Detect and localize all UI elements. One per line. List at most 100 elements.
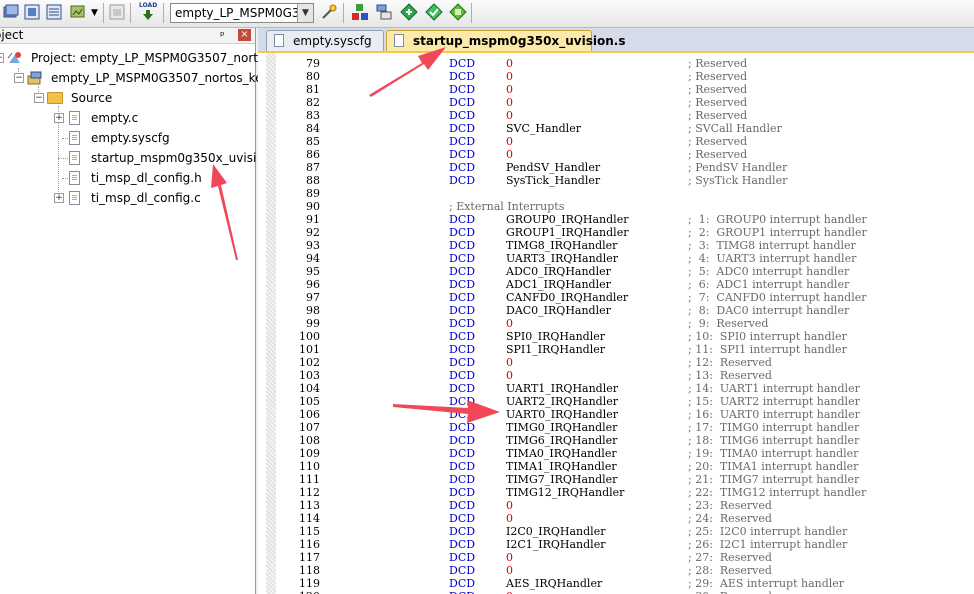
code-line[interactable]: 104 DCD UART1_IRQHandler ; 14: UART1 interr… [258, 382, 974, 395]
code-line[interactable]: 100 DCD SPI0_IRQHandler ; 10: SPI0 interrup… [258, 330, 974, 343]
code-argument: TIMG12_IRQHandler [506, 486, 625, 499]
code-line[interactable]: 120 DCD 0 ; 30: Reserved [258, 590, 974, 594]
code-line[interactable]: 85 DCD 0 ; Reserved [258, 135, 974, 148]
translate-icon[interactable] [69, 3, 87, 21]
code-line[interactable]: 89 [258, 187, 974, 200]
line-number: 82 [306, 96, 320, 109]
code-comment: ; 27: Reserved [688, 551, 772, 564]
code-line[interactable]: 95 DCD ADC0_IRQHandler ; 5: ADC0 interrupt … [258, 265, 974, 278]
collapse-icon[interactable]: − [0, 53, 4, 63]
code-line[interactable]: 83 DCD 0 ; Reserved [258, 109, 974, 122]
tree-item-file[interactable]: + empty.c [0, 108, 256, 128]
code-line[interactable]: 105 DCD UART2_IRQHandler ; 15: UART2 interr… [258, 395, 974, 408]
tree-item-file[interactable]: startup_mspm0g350x_uvision.s [0, 148, 256, 168]
target-select[interactable]: empty_LP_MSPM0G3507_ ▼ [170, 3, 314, 23]
project-panel-title: oject [0, 28, 24, 42]
code-line[interactable]: 115 DCD I2C0_IRQHandler ; 25: I2C0 interrup… [258, 525, 974, 538]
code-line[interactable]: 93 DCD TIMG8_IRQHandler ; 3: TIMG8 interrup… [258, 239, 974, 252]
rebuild-icon[interactable] [23, 3, 41, 21]
code-line[interactable]: 111 DCD TIMG7_IRQHandler ; 21: TIMG7 interr… [258, 473, 974, 486]
select-software-packs-icon[interactable] [400, 3, 418, 21]
dropdown-arrow-icon[interactable]: ▼ [91, 8, 98, 18]
collapse-icon[interactable]: − [34, 93, 44, 103]
code-line[interactable]: 91 DCD GROUP0_IRQHandler ; 1: GROUP0 interr… [258, 213, 974, 226]
line-number: 88 [306, 174, 320, 187]
code-line[interactable]: 86 DCD 0 ; Reserved [258, 148, 974, 161]
pin-icon[interactable]: ᵖ [220, 28, 225, 43]
code-line[interactable]: 109 DCD TIMA0_IRQHandler ; 19: TIMA0 interr… [258, 447, 974, 460]
code-argument: SVC_Handler [506, 122, 581, 135]
expand-icon[interactable]: + [54, 193, 64, 203]
code-argument: TIMG7_IRQHandler [506, 473, 618, 486]
code-argument: 0 [506, 109, 513, 122]
code-line[interactable]: 94 DCD UART3_IRQHandler ; 4: UART3 interrup… [258, 252, 974, 265]
code-line[interactable]: 108 DCD TIMG6_IRQHandler ; 18: TIMG6 interr… [258, 434, 974, 447]
tree-item-file[interactable]: ti_msp_dl_config.h [0, 168, 256, 188]
line-number: 85 [306, 135, 320, 148]
code-line[interactable]: 79 DCD 0 ; Reserved [258, 57, 974, 70]
code-line[interactable]: 90 ; External Interrupts [258, 200, 974, 213]
code-line[interactable]: 88 DCD SysTick_Handler ; SysTick Handler [258, 174, 974, 187]
tab-empty-syscfg[interactable]: empty.syscfg [266, 30, 384, 51]
code-line[interactable]: 81 DCD 0 ; Reserved [258, 83, 974, 96]
code-line[interactable]: 87 DCD PendSV_Handler ; PendSV Handler [258, 161, 974, 174]
tree-item-file[interactable]: + ti_msp_dl_config.c [0, 188, 256, 208]
code-comment: ; Reserved [688, 83, 748, 96]
expand-icon[interactable]: + [54, 113, 64, 123]
code-line[interactable]: 119 DCD AES_IRQHandler ; 29: AES interrupt … [258, 577, 974, 590]
code-comment: ; Reserved [688, 96, 748, 109]
tree-item-file[interactable]: empty.syscfg [0, 128, 256, 148]
code-line[interactable]: 84 DCD SVC_Handler ; SVCall Handler [258, 122, 974, 135]
close-icon[interactable]: × [238, 29, 251, 41]
chevron-down-icon[interactable]: ▼ [297, 4, 313, 22]
target-select-value: empty_LP_MSPM0G3507_ [175, 6, 314, 20]
green-diamond-icon[interactable] [449, 3, 467, 21]
code-line[interactable]: 118 DCD 0 ; 28: Reserved [258, 564, 974, 577]
code-line[interactable]: 116 DCD I2C1_IRQHandler ; 26: I2C1 interrup… [258, 538, 974, 551]
download-icon[interactable] [108, 3, 126, 21]
code-directive: DCD [449, 447, 476, 460]
code-line[interactable]: 97 DCD CANFD0_IRQHandler ; 7: CANFD0 interr… [258, 291, 974, 304]
collapse-icon[interactable]: − [14, 73, 24, 83]
project-icon [7, 52, 21, 63]
line-number: 87 [306, 161, 320, 174]
code-comment: ; 13: Reserved [688, 369, 772, 382]
manage-components-icon[interactable] [351, 3, 369, 21]
code-line[interactable]: 82 DCD 0 ; Reserved [258, 96, 974, 109]
code-line[interactable]: 80 DCD 0 ; Reserved [258, 70, 974, 83]
run-time-env-icon[interactable] [425, 3, 443, 21]
code-line[interactable]: 114 DCD 0 ; 24: Reserved [258, 512, 974, 525]
code-line[interactable]: 99 DCD 0 ; 9: Reserved [258, 317, 974, 330]
target-options-icon[interactable] [320, 3, 338, 21]
code-line[interactable]: 92 DCD GROUP1_IRQHandler ; 2: GROUP1 interr… [258, 226, 974, 239]
toolbar-separator [130, 3, 131, 23]
code-line[interactable]: 98 DCD DAC0_IRQHandler ; 8: DAC0 interrupt … [258, 304, 974, 317]
code-line[interactable]: 112 DCD TIMG12_IRQHandler ; 22: TIMG12 inte… [258, 486, 974, 499]
tree-item-label: ti_msp_dl_config.h [91, 171, 202, 185]
editor-tab-strip: empty.syscfg startup_mspm0g350x_uvision.… [258, 28, 974, 53]
code-line[interactable]: 110 DCD TIMA1_IRQHandler ; 20: TIMA1 interr… [258, 460, 974, 473]
code-argument: 0 [506, 369, 513, 382]
code-line[interactable]: 113 DCD 0 ; 23: Reserved [258, 499, 974, 512]
code-line[interactable]: 107 DCD TIMG0_IRQHandler ; 17: TIMG0 interr… [258, 421, 974, 434]
code-line[interactable]: 101 DCD SPI1_IRQHandler ; 11: SPI1 interrup… [258, 343, 974, 356]
build-icon[interactable] [2, 3, 20, 21]
load-button[interactable]: LOAD [139, 2, 157, 22]
code-line[interactable]: 96 DCD ADC1_IRQHandler ; 6: ADC1 interrupt … [258, 278, 974, 291]
tree-item-folder-source[interactable]: − Source [0, 88, 256, 108]
code-line[interactable]: 106 DCD UART0_IRQHandler ; 16: UART0 interr… [258, 408, 974, 421]
code-line[interactable]: 117 DCD 0 ; 27: Reserved [258, 551, 974, 564]
code-line[interactable]: 103 DCD 0 ; 13: Reserved [258, 369, 974, 382]
code-comment: ; 14: UART1 interrupt handler [688, 382, 860, 395]
tree-item-target[interactable]: − empty_LP_MSPM0G3507_nortos_keil [0, 68, 269, 88]
pack-installer-icon[interactable] [375, 3, 393, 21]
tab-startup-file[interactable]: startup_mspm0g350x_uvision.s [386, 30, 625, 51]
code-comment: ; 1: GROUP0 interrupt handler [688, 213, 867, 226]
code-line[interactable]: 102 DCD 0 ; 12: Reserved [258, 356, 974, 369]
batch-build-icon[interactable] [45, 3, 63, 21]
tree-item-project[interactable]: − Project: empty_LP_MSPM0G3507_nortos_k [0, 48, 285, 68]
code-area[interactable]: 79 DCD 0 ; Reserved 80 DCD 0 ; Reserved 81 DCD 0 ; … [258, 53, 974, 594]
line-number: 106 [299, 408, 320, 421]
code-argument: I2C0_IRQHandler [506, 525, 606, 538]
code-directive: DCD [449, 278, 476, 291]
